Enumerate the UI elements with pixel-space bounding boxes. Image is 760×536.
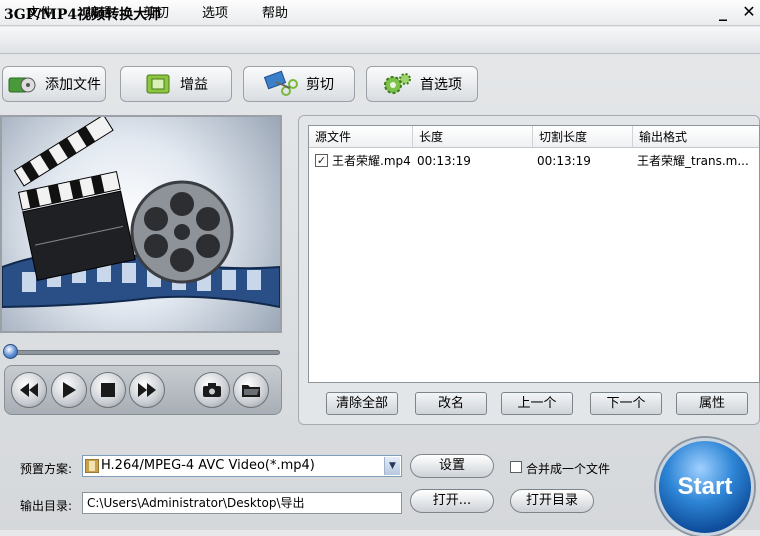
column-header-output[interactable]: 输出格式 (633, 126, 759, 148)
merge-label: 合并成一个文件 (526, 462, 611, 476)
close-button[interactable]: ✕ (738, 2, 760, 22)
start-button[interactable]: Start (656, 438, 754, 536)
rewind-button[interactable] (11, 372, 47, 408)
preset-dropdown[interactable]: H.264/MPEG-4 AVC Video(*.mp4) ▼ (82, 455, 402, 477)
row-output-format[interactable]: 王者荣耀_trans.m... (637, 152, 757, 170)
preferences-label: 首选项 (420, 77, 462, 93)
cut-label: 剪切 (306, 77, 334, 93)
open-button[interactable]: 打开... (410, 489, 494, 513)
clapperboard-film-image (2, 117, 280, 309)
rewind-icon (20, 383, 38, 397)
menu-cut[interactable]: 剪切 (143, 5, 169, 23)
move-up-button[interactable]: 上一个 (501, 392, 573, 415)
row-cut-length[interactable]: 00:13:19 (537, 152, 627, 170)
add-file-button[interactable]: 添加文件 (2, 66, 106, 102)
file-list[interactable]: 源文件 长度 切割长度 输出格式 ✓ 王者荣耀.mp4 00:13:19 00:… (308, 125, 760, 383)
preset-value: H.264/MPEG-4 AVC Video(*.mp4) (101, 458, 315, 473)
add-file-icon (8, 77, 36, 93)
camera-icon (203, 383, 221, 397)
fast-forward-icon (138, 383, 156, 397)
snapshot-button[interactable] (194, 372, 230, 408)
play-button[interactable] (51, 372, 87, 408)
preferences-button[interactable]: 首选项 (366, 66, 478, 102)
chevron-down-icon[interactable]: ▼ (384, 457, 400, 475)
seek-bar[interactable] (4, 350, 280, 355)
row-source-file[interactable]: 王者荣耀.mp4 (332, 152, 412, 170)
gain-label: 增益 (180, 77, 208, 93)
open-directory-button[interactable]: 打开目录 (510, 489, 594, 513)
move-down-button[interactable]: 下一个 (590, 392, 662, 415)
film-format-icon (85, 459, 99, 473)
gain-button[interactable]: 增益 (120, 66, 232, 102)
menu-help[interactable]: 帮助 (262, 5, 288, 23)
rename-button[interactable]: 改名 (415, 392, 487, 415)
row-checkbox[interactable]: ✓ (315, 154, 328, 167)
folder-icon (242, 385, 260, 397)
play-icon (63, 382, 76, 398)
scissors-film-icon (264, 70, 298, 96)
cut-button[interactable]: 剪切 (243, 66, 355, 102)
open-folder-button[interactable] (233, 372, 269, 408)
preset-label: 预置方案: (20, 462, 73, 476)
row-length[interactable]: 00:13:19 (417, 152, 527, 170)
column-header-source[interactable]: 源文件 (309, 126, 413, 148)
minimize-button[interactable]: _ (712, 2, 734, 22)
menu-bar (0, 27, 760, 54)
stop-icon (101, 383, 115, 397)
properties-button[interactable]: 属性 (676, 392, 748, 415)
seek-handle[interactable] (3, 344, 18, 359)
settings-button[interactable]: 设置 (410, 454, 494, 478)
output-directory-field[interactable]: C:\Users\Administrator\Desktop\导出 (82, 492, 402, 514)
gears-icon (384, 73, 411, 94)
clear-all-button[interactable]: 清除全部 (326, 392, 398, 415)
column-header-cut-length[interactable]: 切割长度 (533, 126, 633, 148)
menu-options[interactable]: 选项 (202, 5, 228, 23)
menu-edit[interactable]: 编辑 (86, 5, 112, 23)
stop-button[interactable] (90, 372, 126, 408)
menu-file[interactable]: 文件 (27, 5, 53, 23)
merge-checkbox[interactable] (510, 461, 522, 473)
fast-forward-button[interactable] (129, 372, 165, 408)
video-preview (0, 115, 282, 333)
column-header-length[interactable]: 长度 (413, 126, 533, 148)
add-file-label: 添加文件 (45, 77, 101, 93)
gain-icon (146, 74, 170, 94)
output-label: 输出目录: (20, 499, 73, 513)
